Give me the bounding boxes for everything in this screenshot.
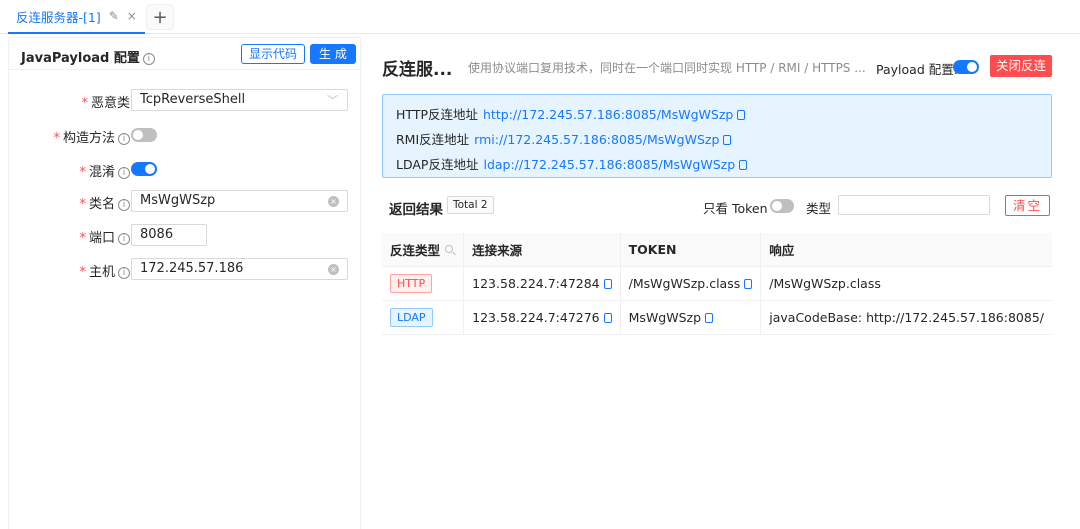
tab-title: 反连服务器-[1] <box>16 9 101 25</box>
panel-title: JavaPayload 配置 i <box>21 47 155 66</box>
response-cell: /MsWgWSzp.class <box>760 266 1052 301</box>
search-icon[interactable] <box>445 245 454 253</box>
reverse-server-description: 使用协议端口复用技术，同时在一个端口同时实现 HTTP / RMI / HTTP… <box>468 61 866 75</box>
tab-reverse-server[interactable]: 反连服务器-[1] ✎ × <box>8 0 145 34</box>
chevron-down-icon: ﹀ <box>327 94 338 107</box>
copy-icon[interactable] <box>739 160 748 170</box>
malicious-class-value: TcpReverseShell <box>140 92 246 107</box>
clear-results-button[interactable]: 清空 <box>1005 195 1051 216</box>
column-header-response: 响应 <box>760 233 1052 267</box>
constructor-label: * 构造方法 i <box>53 127 130 146</box>
malicious-class-select[interactable]: TcpReverseShell ﹀ <box>131 89 348 111</box>
info-icon: i <box>142 52 155 65</box>
class-name-label: * 类名 i <box>79 193 130 212</box>
http-address-row: HTTP反连地址 http://172.245.57.186:8085/MsWgW… <box>396 104 746 123</box>
copy-icon[interactable] <box>723 135 732 145</box>
token-only-label: 只看 Token <box>703 201 768 216</box>
copy-icon[interactable] <box>744 278 753 289</box>
clear-icon[interactable]: × <box>328 196 339 207</box>
payload-config-label: Payload 配置: <box>876 62 958 77</box>
form-row-host: * 主机 i 172.245.57.186 × <box>9 258 360 280</box>
type-filter-input[interactable] <box>838 195 990 215</box>
panel-title-text: JavaPayload 配置 <box>21 51 140 66</box>
clear-icon[interactable]: × <box>328 264 339 275</box>
host-label: * 主机 i <box>79 261 130 280</box>
copy-icon[interactable] <box>705 312 714 323</box>
http-address-link[interactable]: http://172.245.57.186:8085/MsWgWSzp <box>483 107 733 122</box>
malicious-class-label: * 恶意类 <box>81 96 130 111</box>
generate-button[interactable]: 生 成 <box>310 44 356 64</box>
type-cell: LDAP <box>382 300 465 335</box>
type-filter-label: 类型 <box>806 201 832 216</box>
form-row-obfuscate: * 混淆 i <box>9 158 360 180</box>
ldap-address-label: LDAP反连地址 <box>396 157 479 172</box>
token-cell: /MsWgWSzp.class <box>620 266 762 301</box>
table-header-row: 反连类型 连接来源 TOKEN 响应 <box>382 233 1052 267</box>
info-icon: i <box>118 232 130 245</box>
host-value: 172.245.57.186 <box>140 261 244 276</box>
port-value: 8086 <box>140 227 174 242</box>
total-badge: Total 2 <box>447 196 494 214</box>
info-icon: i <box>118 266 130 279</box>
http-address-label: HTTP反连地址 <box>396 107 478 122</box>
payload-config-toggle[interactable] <box>953 60 979 74</box>
copy-icon[interactable] <box>603 278 612 289</box>
column-header-source: 连接来源 <box>463 233 621 267</box>
close-icon[interactable]: × <box>127 9 137 23</box>
results-title: 返回结果 <box>389 202 443 218</box>
copy-icon[interactable] <box>603 312 612 323</box>
tab-bar: 反连服务器-[1] ✎ × + <box>0 0 1080 34</box>
edit-icon[interactable]: ✎ <box>109 9 119 23</box>
column-header-type[interactable]: 反连类型 <box>382 233 465 267</box>
info-icon: i <box>118 132 130 145</box>
show-code-button[interactable]: 显示代码 <box>241 44 306 64</box>
type-cell: HTTP <box>382 266 465 301</box>
form-row-port: * 端口 i 8086 <box>9 224 360 246</box>
type-badge-ldap: LDAP <box>390 307 433 327</box>
reverse-address-box: HTTP反连地址 http://172.245.57.186:8085/MsWgW… <box>382 94 1052 178</box>
column-header-token: TOKEN <box>620 233 762 267</box>
type-badge-http: HTTP <box>390 273 433 293</box>
table-row: LDAP 123.58.224.7:47276 MsWgWSzp javaCod… <box>382 300 1052 335</box>
host-input[interactable]: 172.245.57.186 × <box>131 258 348 280</box>
token-cell: MsWgWSzp <box>620 300 762 335</box>
reverse-server-title: 反连服... <box>382 60 453 80</box>
class-name-input[interactable]: MsWgWSzp × <box>131 190 348 212</box>
class-name-value: MsWgWSzp <box>140 193 216 208</box>
copy-icon[interactable] <box>737 110 746 120</box>
source-cell: 123.58.224.7:47276 <box>463 300 621 335</box>
info-icon: i <box>118 198 130 211</box>
form-row-class-name: * 类名 i MsWgWSzp × <box>9 190 360 212</box>
rmi-address-link[interactable]: rmi://172.245.57.186:8085/MsWgWSzp <box>474 132 719 147</box>
ldap-address-link[interactable]: ldap://172.245.57.186:8085/MsWgWSzp <box>483 157 735 172</box>
obfuscate-label: * 混淆 i <box>79 161 130 180</box>
port-label: * 端口 i <box>79 227 130 246</box>
constructor-toggle[interactable] <box>131 128 157 142</box>
response-cell: javaCodeBase: http://172.245.57.186:8085… <box>760 300 1052 335</box>
add-tab-button[interactable]: + <box>146 4 174 30</box>
table-row: HTTP 123.58.224.7:47284 /MsWgWSzp.class … <box>382 266 1052 301</box>
rmi-address-row: RMI反连地址 rmi://172.245.57.186:8085/MsWgWSz… <box>396 129 732 148</box>
form-row-malicious-class: * 恶意类 TcpReverseShell ﹀ <box>9 89 360 111</box>
ldap-address-row: LDAP反连地址 ldap://172.245.57.186:8085/MsWgW… <box>396 154 748 173</box>
payload-config-panel: JavaPayload 配置 i 显示代码 生 成 * 恶意类 TcpReverse… <box>8 37 361 529</box>
source-cell: 123.58.224.7:47284 <box>463 266 621 301</box>
form-row-constructor: * 构造方法 i <box>9 124 360 146</box>
obfuscate-toggle[interactable] <box>131 162 157 176</box>
payload-config-header: JavaPayload 配置 i 显示代码 生 成 <box>9 38 360 70</box>
close-reverse-button[interactable]: 关闭反连 <box>990 55 1053 77</box>
port-input[interactable]: 8086 <box>131 224 207 246</box>
token-only-toggle[interactable] <box>770 199 794 213</box>
rmi-address-label: RMI反连地址 <box>396 132 470 147</box>
results-table: 反连类型 连接来源 TOKEN 响应 HTTP 123.58.224.7:472… <box>382 233 1052 335</box>
info-icon: i <box>118 166 130 179</box>
